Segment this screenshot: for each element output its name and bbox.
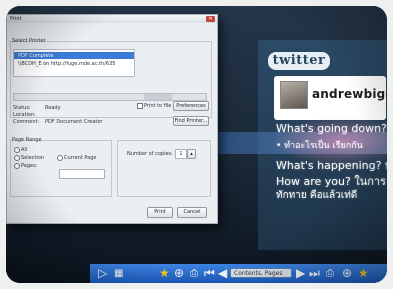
play-icon[interactable]: ▷ <box>98 264 107 283</box>
scrollbar-thumb[interactable] <box>144 94 172 100</box>
find-printer-button[interactable]: Find Printer... <box>173 116 209 126</box>
printer-item-selected[interactable]: PDF Complete <box>14 52 134 59</box>
next-icon[interactable]: ▶ <box>296 264 305 283</box>
print-dialog: Print ✕ Select Printer PDF Complete \\BC… <box>6 14 218 224</box>
status-label: Status: <box>13 105 31 111</box>
print-to-file-checkbox[interactable] <box>137 103 143 109</box>
copies-group <box>117 140 211 197</box>
pages-input[interactable] <box>59 169 105 179</box>
twitter-username: andrewbiggs <box>312 87 387 101</box>
twitter-logo: twitter <box>268 52 330 70</box>
range-selection-label: Selection <box>21 155 45 161</box>
printer-list-scrollbar[interactable] <box>13 93 207 101</box>
search-icon-2[interactable]: ⊕ <box>342 264 352 283</box>
copies-stepper[interactable]: ▴ <box>187 149 196 159</box>
comment-label: Comment: <box>13 119 40 125</box>
range-current-label: Current Page <box>64 155 97 161</box>
copies-input[interactable]: 1 <box>175 149 187 159</box>
star-icon[interactable]: ★ <box>159 264 170 283</box>
tweet-line-5: ทักทาย คือแล้วเท่ดี <box>276 190 358 201</box>
monitor-screen: twitter andrewbiggs What's going down? •… <box>6 6 387 283</box>
avatar <box>280 81 308 109</box>
range-all-label: All <box>21 147 28 153</box>
range-pages-radio[interactable] <box>14 163 20 169</box>
dialog-titlebar: Print ✕ <box>7 15 217 23</box>
range-pages-label: Pages: <box>21 163 38 169</box>
range-all-radio[interactable] <box>14 147 20 153</box>
grid-icon[interactable]: ▦ <box>114 264 123 283</box>
range-current-radio[interactable] <box>57 155 63 161</box>
printer-group-label: Select Printer <box>12 38 46 44</box>
preferences-button[interactable]: Preferences <box>173 101 209 111</box>
photo-frame: twitter andrewbiggs What's going down? •… <box>6 6 387 283</box>
star-icon-2[interactable]: ★ <box>358 264 369 283</box>
toolbar-search-field[interactable]: Contents, Pages <box>230 268 292 278</box>
tweet-line-1: What's going down? <box>276 122 387 135</box>
printer-item-2[interactable]: \\BCDH_E on http://fuge.mde.ac.th/635 <box>18 61 115 67</box>
printer-item-label: PDF Complete <box>18 53 54 59</box>
last-page-icon[interactable]: ⏭ <box>309 264 320 283</box>
tweet-line-2: • ทำอะไรเป็น เรียกกัน <box>276 141 363 151</box>
comment-value: PDF Document Creator <box>45 119 103 125</box>
dialog-title: Print <box>10 16 22 22</box>
cancel-button[interactable]: Cancel <box>177 207 207 218</box>
print-button[interactable]: Print <box>147 207 173 218</box>
close-icon[interactable]: ✕ <box>206 16 215 22</box>
print-icon-2[interactable]: ⎙ <box>326 264 334 283</box>
printer-list[interactable]: PDF Complete \\BCDH_E on http://fuge.mde… <box>13 49 135 77</box>
page-range-label: Page Range <box>12 137 42 143</box>
range-selection-radio[interactable] <box>14 155 20 161</box>
search-icon[interactable]: ⊕ <box>174 264 184 283</box>
print-to-file-label: Print to file <box>144 103 172 109</box>
prev-icon[interactable]: ◀ <box>218 264 227 283</box>
location-label: Location: <box>13 112 36 118</box>
copies-label: Number of copies: <box>127 151 173 157</box>
status-value: Ready <box>45 105 61 111</box>
print-icon[interactable]: ⎙ <box>190 264 198 283</box>
first-page-icon[interactable]: ⏮ <box>204 264 215 283</box>
